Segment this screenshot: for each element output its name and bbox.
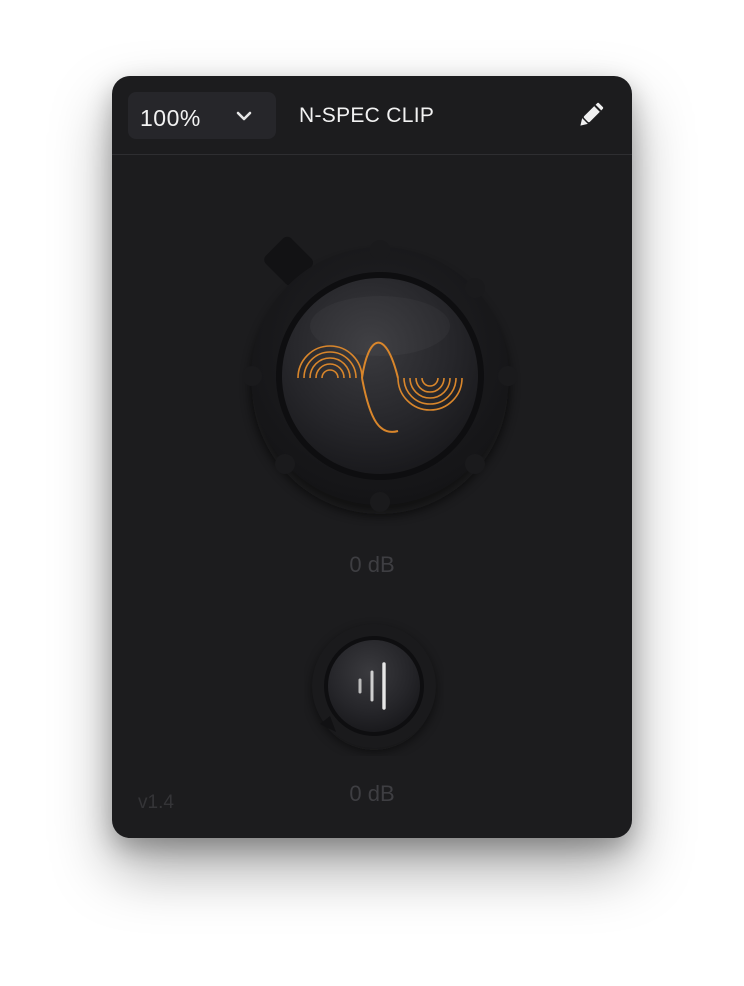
output-gain-knob[interactable]: [304, 616, 444, 756]
version-label: v1.4: [138, 792, 174, 813]
plugin-window: 100% N-SPEC CLIP 0 dB 0 dB v1.4: [112, 76, 632, 838]
clip-amount-knob[interactable]: [230, 226, 530, 526]
output-gain-value: 0 dB: [349, 781, 395, 806]
clip-amount-value: 0 dB: [349, 552, 395, 577]
controls-area: 0 dB 0 dB v1.4: [112, 76, 632, 838]
